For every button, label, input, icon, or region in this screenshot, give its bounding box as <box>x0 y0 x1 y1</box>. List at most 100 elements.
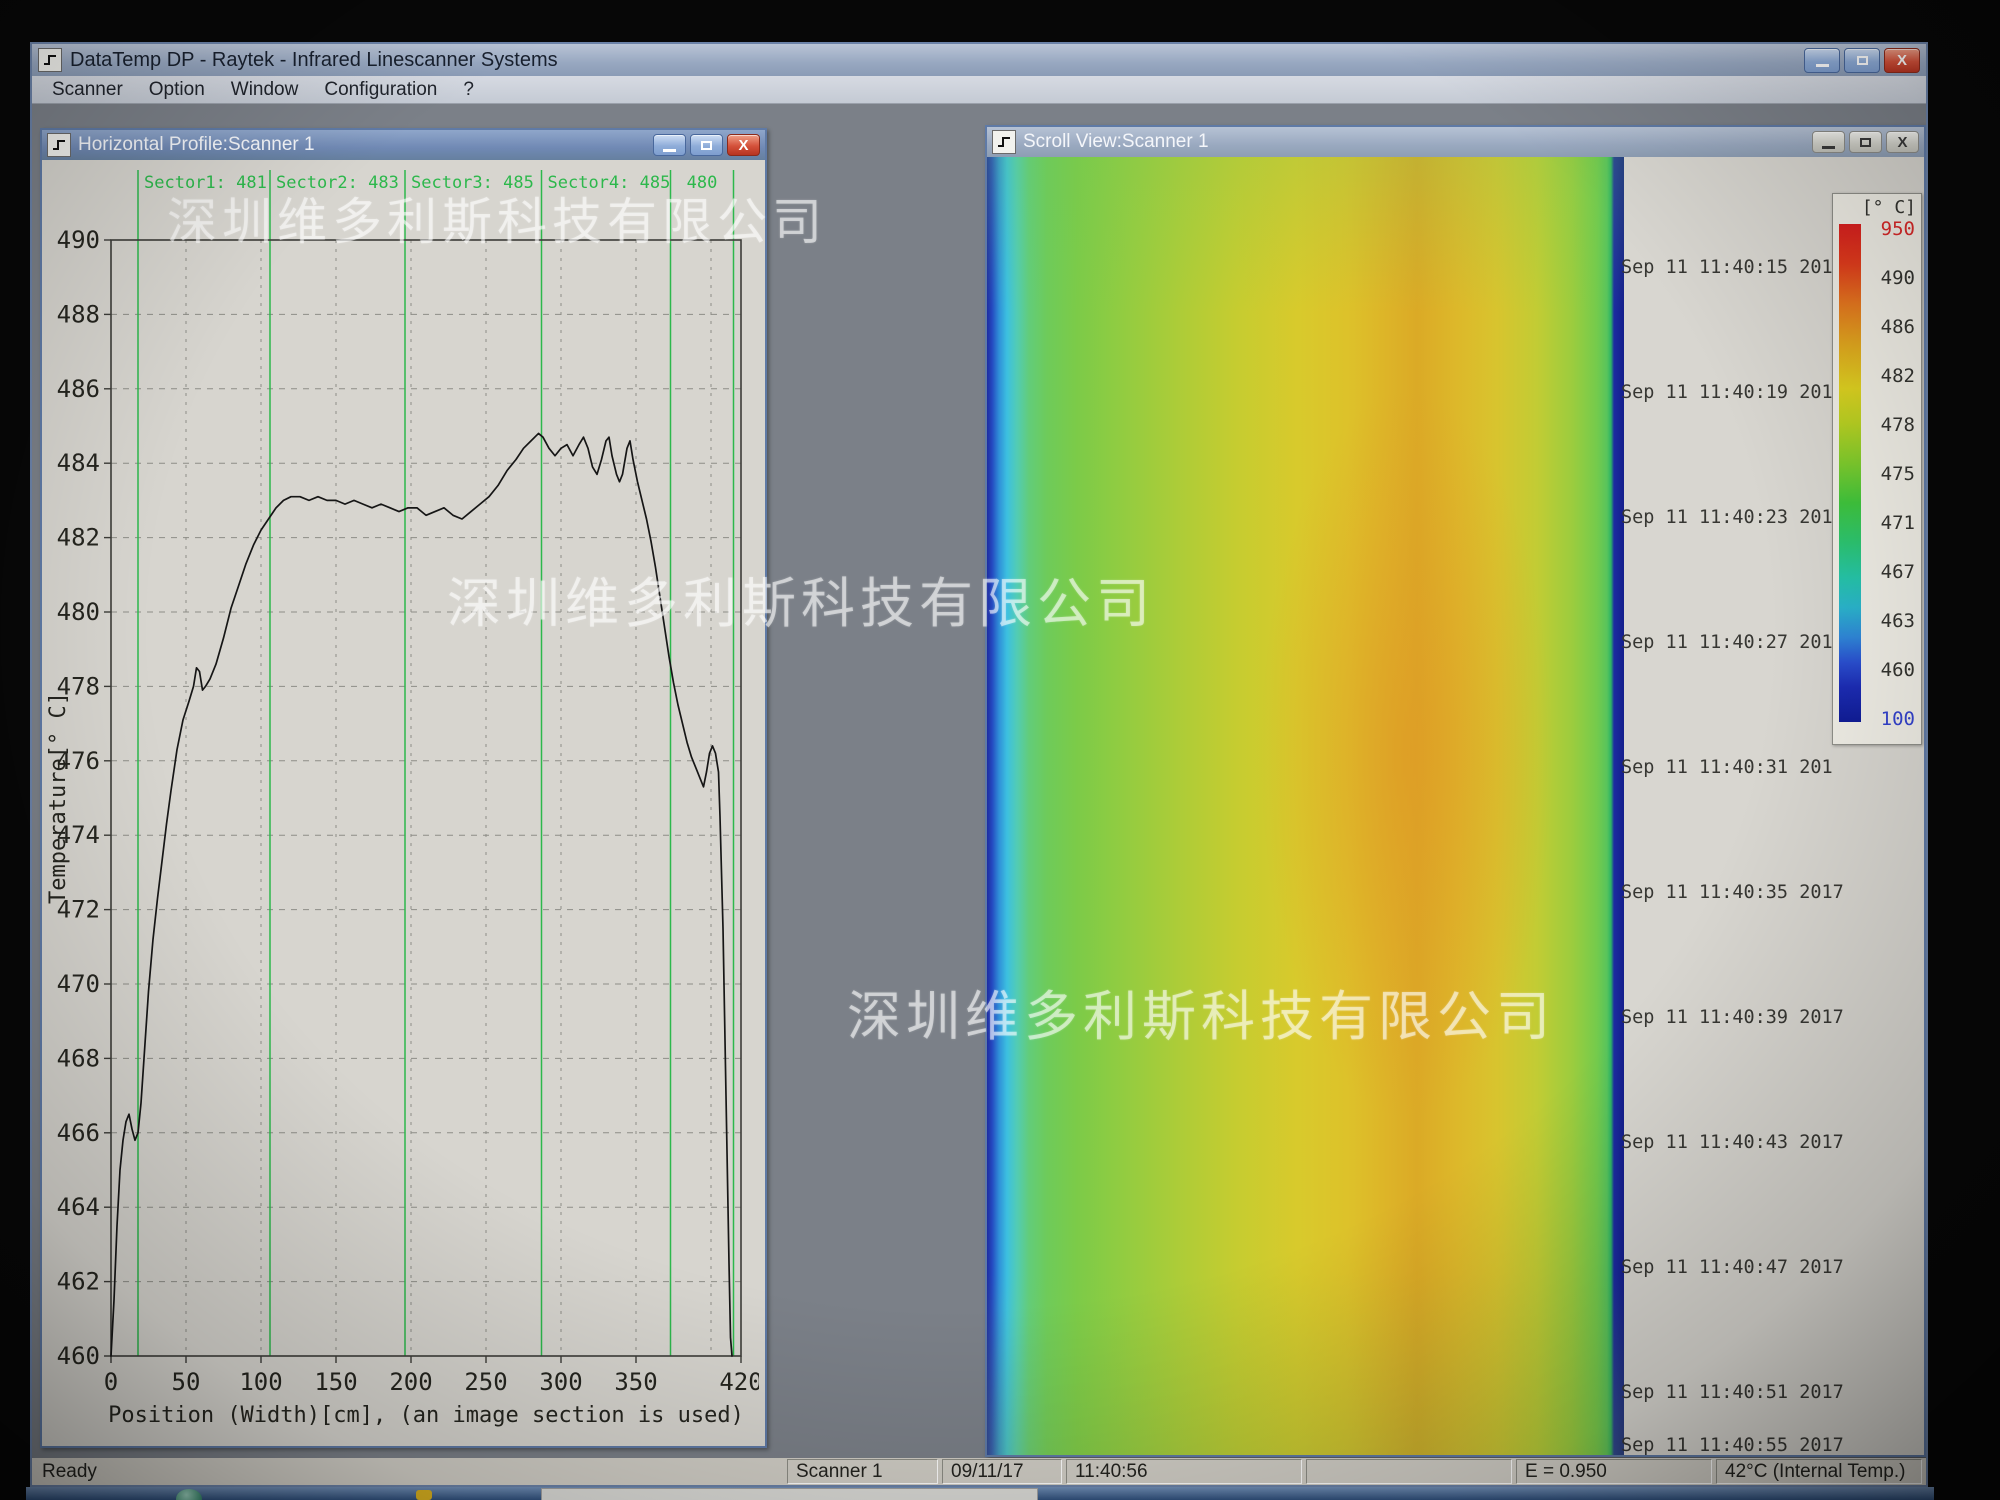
scrollview-titlebar: Scroll View:Scanner 1 X <box>987 127 1924 157</box>
svg-text:486: 486 <box>57 375 100 403</box>
scrollview-restore-button[interactable] <box>1849 131 1882 153</box>
profile-titlebar: Horizontal Profile:Scanner 1 X <box>42 130 765 160</box>
scale-tick-label: 478 <box>1881 414 1915 436</box>
scale-tick-label: 475 <box>1881 463 1915 485</box>
windows-taskbar[interactable] <box>26 1487 1934 1500</box>
svg-text:350: 350 <box>614 1368 657 1396</box>
svg-text:470: 470 <box>57 970 100 998</box>
svg-text:482: 482 <box>57 524 100 552</box>
scale-tick-label: 467 <box>1881 561 1915 583</box>
horizontal-profile-window: Horizontal Profile:Scanner 1 X Sector1: … <box>40 128 767 1448</box>
svg-text:0: 0 <box>104 1368 118 1396</box>
restore-button[interactable] <box>1844 48 1880 73</box>
scroll-view-window: Scroll View:Scanner 1 X Sep 11 11:40:15 … <box>985 125 1926 1457</box>
timestamp-item: Sep 11 11:40:19 201 <box>1621 382 1833 403</box>
watermark-text: 深圳维多利斯科技有限公司 <box>447 559 1155 638</box>
svg-text:490: 490 <box>57 226 100 254</box>
scale-tick-label: 482 <box>1881 365 1915 387</box>
status-scanner: Scanner 1 <box>787 1459 938 1484</box>
svg-text:50: 50 <box>172 1368 201 1396</box>
scale-labels: 950490486482478475471467463460100 <box>1865 218 1915 730</box>
scrollview-window-icon <box>992 130 1016 154</box>
status-internal-temp: 42°C (Internal Temp.) <box>1716 1459 1922 1484</box>
menu-item-window[interactable]: Window <box>219 76 311 104</box>
status-date: 09/11/17 <box>942 1459 1062 1484</box>
scale-tick-label: 100 <box>1881 708 1915 730</box>
profile-close-button[interactable]: X <box>727 134 760 156</box>
restore-icon <box>701 141 712 150</box>
menu-item-option[interactable]: Option <box>137 76 217 104</box>
status-ready: Ready <box>36 1460 783 1483</box>
svg-text:460: 460 <box>57 1342 100 1370</box>
timestamp-item: Sep 11 11:40:23 201 <box>1621 507 1833 528</box>
svg-text:Position (Width)[cm], (an imag: Position (Width)[cm], (an image section … <box>108 1403 744 1428</box>
profile-minimize-button[interactable] <box>653 134 686 156</box>
timestamp-item: Sep 11 11:40:39 2017 <box>1621 1007 1844 1028</box>
timestamp-item: Sep 11 11:40:51 2017 <box>1621 1382 1844 1403</box>
scrollview-close-button[interactable]: X <box>1886 131 1919 153</box>
minimize-icon <box>663 149 676 152</box>
profile-window-title: Horizontal Profile:Scanner 1 <box>78 134 653 156</box>
scrollview-minimize-button[interactable] <box>1812 131 1845 153</box>
datatemp-main-window: DataTemp DP - Raytek - Infrared Linescan… <box>30 42 1928 1487</box>
start-button-icon[interactable] <box>176 1489 202 1500</box>
temperature-profile-chart: Sector1: 481Sector2: 483Sector3: 485Sect… <box>47 162 759 1444</box>
timestamp-item: Sep 11 11:40:35 2017 <box>1621 882 1844 903</box>
thermal-linescan-image <box>987 157 1624 1455</box>
close-button[interactable]: X <box>1884 48 1920 73</box>
minimize-icon <box>1816 64 1829 67</box>
close-icon: X <box>1897 135 1907 150</box>
taskbar-app-icon[interactable] <box>416 1490 432 1500</box>
timestamp-item: Sep 11 11:40:55 2017 <box>1621 1435 1844 1455</box>
svg-text:200: 200 <box>389 1368 432 1396</box>
menu-item-scanner[interactable]: Scanner <box>40 76 135 104</box>
scale-tick-label: 486 <box>1881 316 1915 338</box>
menu-item-help[interactable]: ? <box>451 76 486 104</box>
status-emissivity: E = 0.950 <box>1516 1459 1712 1484</box>
app-icon <box>38 48 62 72</box>
profile-chart-area: Sector1: 481Sector2: 483Sector3: 485Sect… <box>42 160 765 1446</box>
status-time: 11:40:56 <box>1066 1459 1302 1484</box>
color-scale-bar <box>1839 224 1861 722</box>
svg-text:Temperature[° C]: Temperature[° C] <box>47 692 71 904</box>
timestamp-item: Sep 11 11:40:47 2017 <box>1621 1257 1844 1278</box>
mdi-client-area: Horizontal Profile:Scanner 1 X Sector1: … <box>32 104 1926 1458</box>
scrollview-window-title: Scroll View:Scanner 1 <box>1023 131 1812 153</box>
timestamp-item: Sep 11 11:40:31 201 <box>1621 757 1833 778</box>
scale-tick-label: 950 <box>1881 218 1915 240</box>
svg-text:466: 466 <box>57 1119 100 1147</box>
profile-restore-button[interactable] <box>690 134 723 156</box>
restore-icon <box>1857 56 1868 65</box>
restore-icon <box>1860 138 1871 147</box>
status-empty-cell <box>1306 1459 1512 1484</box>
timestamp-item: Sep 11 11:40:15 201 <box>1621 257 1833 278</box>
timestamp-item: Sep 11 11:40:43 2017 <box>1621 1132 1844 1153</box>
svg-text:420: 420 <box>719 1368 759 1396</box>
svg-text:462: 462 <box>57 1268 100 1296</box>
minimize-button[interactable] <box>1804 48 1840 73</box>
watermark-text: 深圳维多利斯科技有限公司 <box>167 182 827 254</box>
main-window-title: DataTemp DP - Raytek - Infrared Linescan… <box>70 49 1804 72</box>
menu-bar: ScannerOptionWindowConfiguration? <box>32 76 1926 104</box>
timestamp-item: Sep 11 11:40:27 201 <box>1621 632 1833 653</box>
svg-text:300: 300 <box>539 1368 582 1396</box>
minimize-icon <box>1822 146 1835 149</box>
watermark-text: 深圳维多利斯科技有限公司 <box>847 972 1555 1051</box>
svg-text:488: 488 <box>57 300 100 328</box>
scale-tick-label: 463 <box>1881 610 1915 632</box>
status-bar: Ready Scanner 1 09/11/17 11:40:56 E = 0.… <box>32 1458 1926 1485</box>
svg-text:150: 150 <box>314 1368 357 1396</box>
profile-window-icon <box>47 133 71 157</box>
svg-text:250: 250 <box>464 1368 507 1396</box>
menu-item-configuration[interactable]: Configuration <box>312 76 449 104</box>
close-icon: X <box>1897 53 1907 68</box>
scrollview-content: Sep 11 11:40:15 201 Sep 11 11:40:19 201 Se… <box>987 157 1924 1455</box>
main-titlebar: DataTemp DP - Raytek - Infrared Linescan… <box>32 44 1926 76</box>
svg-text:480: 480 <box>57 598 100 626</box>
svg-text:484: 484 <box>57 449 100 477</box>
svg-text:464: 464 <box>57 1193 100 1221</box>
temperature-scale-panel: [° C] 950490486482478475471467463460100 <box>1832 193 1922 745</box>
taskbar-window-button[interactable] <box>541 1488 1038 1500</box>
svg-text:468: 468 <box>57 1044 100 1072</box>
close-icon: X <box>738 138 748 153</box>
